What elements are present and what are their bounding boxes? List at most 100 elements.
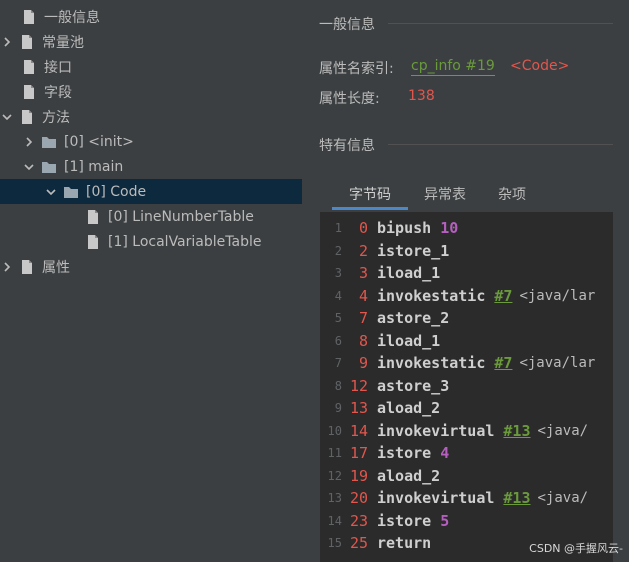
code-line: 12 19 aload_2	[320, 465, 441, 488]
tab-misc[interactable]: 杂项	[482, 182, 542, 210]
code-line: 10 14 invokevirtual #13 <java/	[320, 420, 589, 443]
specific-info-title: 特有信息	[319, 138, 375, 154]
name-index-value: <Code>	[510, 58, 570, 74]
file-icon	[20, 84, 38, 100]
bytecode-offset: 25	[349, 534, 368, 553]
chevron-right-icon[interactable]	[0, 35, 14, 49]
code-line: 2 2 istore_1	[320, 240, 449, 263]
section-divider	[388, 23, 613, 24]
constant-ref-link[interactable]: #7	[494, 287, 512, 305]
tree-item-label: [0] Code	[86, 183, 147, 200]
tree-item-interfaces[interactable]: 接口	[0, 54, 322, 79]
tree-item-label: 属性	[42, 259, 70, 276]
section-divider	[388, 144, 613, 145]
opcode: astore_2	[377, 309, 450, 328]
line-number: 11	[327, 446, 342, 461]
tree-item-method-main[interactable]: [1] main	[0, 154, 324, 179]
file-icon	[18, 109, 36, 125]
bytecode-offset: 2	[358, 241, 368, 260]
opcode: aload_2	[377, 399, 441, 418]
line-number: 2	[334, 243, 342, 258]
bytecode-editor[interactable]: 1 0 bipush 10 2 2 istore_1 3 3 iload_1 4 4 invokesta…	[320, 212, 613, 562]
opcode: istore	[377, 511, 432, 530]
class-structure-tree: 一般信息 常量池 接口 字段 方法 [0] <init> [1] main [0…	[0, 0, 346, 562]
code-line: 13 20 invokevirtual #13 <java/	[320, 487, 589, 510]
tree-item-methods[interactable]: 方法	[0, 104, 302, 129]
tree-item-label: [0] LineNumberTable	[108, 208, 254, 225]
general-info-title: 一般信息	[319, 17, 375, 33]
line-number: 7	[334, 356, 342, 371]
file-icon	[20, 9, 38, 25]
chevron-down-icon[interactable]	[22, 160, 36, 174]
attribute-length-label: 属性长度:	[319, 91, 380, 107]
opcode: invokestatic	[377, 286, 486, 305]
tree-item-method-init[interactable]: [0] <init>	[0, 129, 324, 154]
tree-item-attributes[interactable]: 属性	[0, 254, 302, 279]
chevron-down-icon[interactable]	[44, 185, 58, 199]
tab-exception-table[interactable]: 异常表	[408, 182, 482, 210]
chevron-right-icon[interactable]	[0, 260, 14, 274]
bytecode-offset: 20	[349, 489, 368, 508]
opcode: istore_1	[377, 241, 450, 260]
code-line: 8 12 astore_3	[320, 375, 449, 398]
tree-item-label: 常量池	[42, 34, 84, 51]
bytecode-offset: 0	[358, 219, 368, 238]
opcode: return	[377, 534, 432, 553]
line-number: 3	[334, 266, 342, 281]
bytecode-offset: 17	[349, 444, 368, 463]
tree-item-label: [1] LocalVariableTable	[108, 233, 262, 250]
line-number: 14	[327, 513, 342, 528]
bytecode-viewer-window: 一般信息 常量池 接口 字段 方法 [0] <init> [1] main [0…	[0, 0, 629, 562]
opcode: iload_1	[377, 331, 441, 350]
file-icon	[18, 259, 36, 275]
tab-bytecode[interactable]: 字节码	[332, 182, 408, 210]
bytecode-offset: 4	[358, 286, 368, 305]
name-index-label: 属性名索引:	[319, 61, 394, 77]
operand-comment: <java/	[537, 490, 589, 507]
code-line: 9 13 aload_2	[320, 397, 440, 420]
editor-scrollbar[interactable]	[613, 212, 629, 562]
code-line: 11 17 istore 4	[320, 442, 450, 465]
operand-number: 10	[440, 219, 459, 238]
opcode: iload_1	[377, 264, 441, 283]
file-icon	[18, 34, 36, 50]
code-line: 6 8 iload_1	[320, 330, 440, 353]
bytecode-offset: 7	[358, 309, 368, 328]
tree-item-label: 方法	[42, 109, 70, 126]
tree-item-label: 接口	[44, 59, 72, 76]
opcode: invokevirtual	[377, 489, 495, 508]
chevron-right-icon[interactable]	[22, 135, 36, 149]
name-index-link[interactable]: cp_info #19	[411, 58, 495, 76]
operand-comment: <java/	[537, 422, 589, 439]
line-number: 10	[327, 423, 342, 438]
tree-item-general-info[interactable]: 一般信息	[0, 4, 322, 29]
attribute-length-value: 138	[408, 88, 435, 104]
constant-ref-link[interactable]: #13	[503, 489, 530, 507]
bytecode-offset: 14	[349, 421, 368, 440]
line-number: 13	[327, 491, 342, 506]
tree-item-constant-pool[interactable]: 常量池	[0, 29, 302, 54]
bytecode-offset: 23	[349, 511, 368, 530]
opcode: invokestatic	[377, 354, 486, 373]
tree-item-code[interactable]: [0] Code	[0, 179, 346, 204]
bytecode-offset: 9	[358, 354, 368, 373]
line-number: 1	[334, 221, 342, 236]
operand-comment: <java/lar	[519, 287, 596, 304]
code-line: 15 25 return	[320, 532, 432, 555]
code-line: 5 7 astore_2	[320, 307, 449, 330]
tree-item-fields[interactable]: 字段	[0, 79, 322, 104]
bytecode-offset: 19	[349, 466, 368, 485]
line-number: 5	[334, 311, 342, 326]
folder-icon	[40, 134, 58, 150]
constant-ref-link[interactable]: #13	[503, 422, 530, 440]
code-line: 4 4 invokestatic #7 <java/lar	[320, 285, 596, 308]
line-number: 8	[334, 378, 342, 393]
watermark: CSDN @手握风云-	[529, 542, 623, 555]
chevron-down-icon[interactable]	[0, 110, 14, 124]
operand-number: 4	[440, 444, 450, 463]
opcode: istore	[377, 444, 432, 463]
code-line: 1 0 bipush 10	[320, 217, 458, 240]
constant-ref-link[interactable]: #7	[494, 354, 512, 372]
folder-icon	[40, 159, 58, 175]
tree-item-label: 一般信息	[44, 9, 100, 26]
